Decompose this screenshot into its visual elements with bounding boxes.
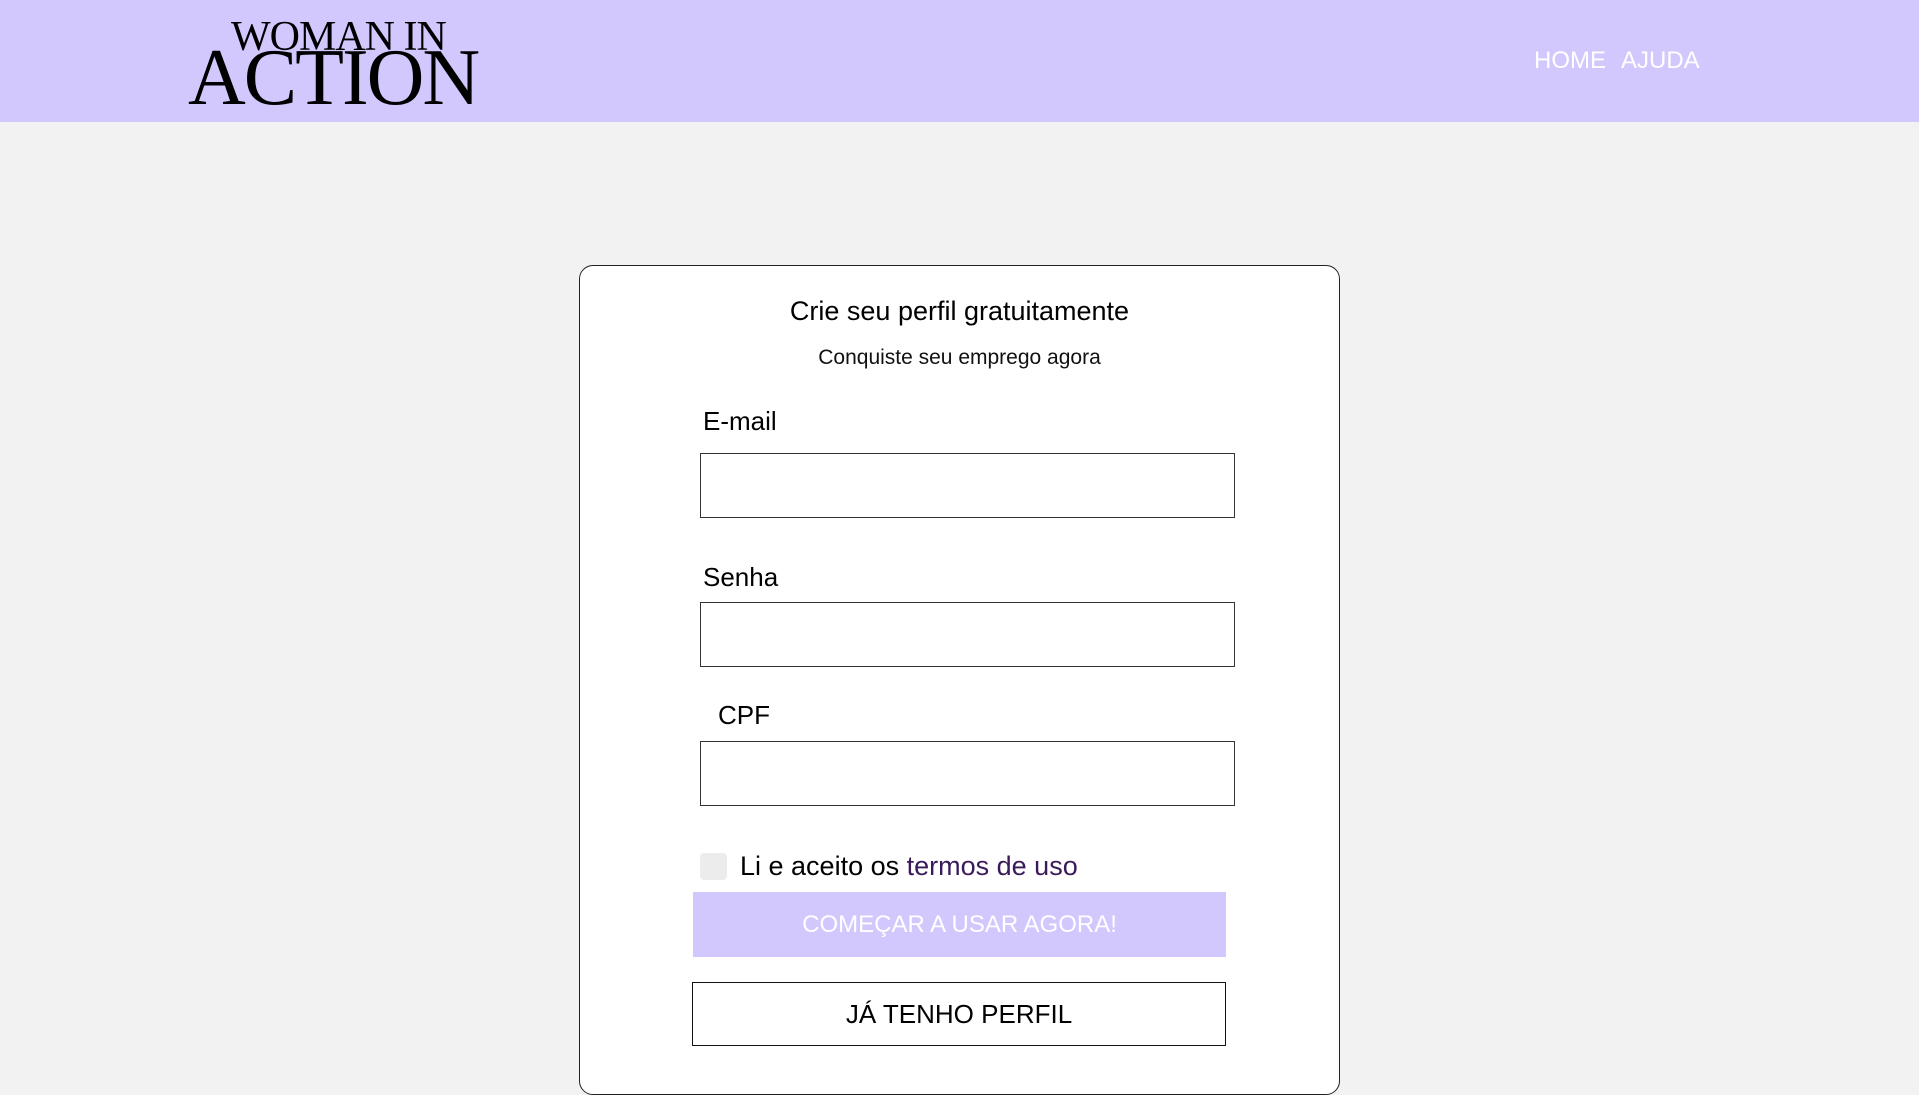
nav-link-ajuda[interactable]: AJUDA xyxy=(1621,44,1700,78)
main-nav: HOME AJUDA xyxy=(1534,44,1700,78)
terms-prefix-text: Li e aceito os xyxy=(740,851,900,881)
password-field[interactable] xyxy=(700,602,1235,667)
nav-link-home[interactable]: HOME xyxy=(1534,44,1606,78)
top-header: WOMAN IN ACTION HOME AJUDA xyxy=(0,0,1919,122)
terms-of-use-link[interactable]: termos de uso xyxy=(907,851,1078,881)
terms-row: Li e aceito os termos de uso xyxy=(700,851,1078,882)
cpf-label: CPF xyxy=(718,700,770,730)
signup-card: Crie seu perfil gratuitamente Conquiste … xyxy=(579,265,1340,1095)
site-logo[interactable]: WOMAN IN ACTION xyxy=(188,16,488,118)
email-field[interactable] xyxy=(700,453,1235,518)
password-label: Senha xyxy=(703,562,779,592)
form-subtitle: Conquiste seu emprego agora xyxy=(818,346,1101,369)
email-label: E-mail xyxy=(703,406,777,436)
logo-text-bottom: ACTION xyxy=(188,34,480,122)
start-now-button[interactable]: COMEÇAR A USAR AGORA! xyxy=(693,892,1226,957)
cpf-field[interactable] xyxy=(700,741,1235,806)
form-title: Crie seu perfil gratuitamente xyxy=(789,296,1130,326)
already-have-profile-button[interactable]: JÁ TENHO PERFIL xyxy=(692,982,1226,1046)
terms-checkbox[interactable] xyxy=(700,853,727,880)
